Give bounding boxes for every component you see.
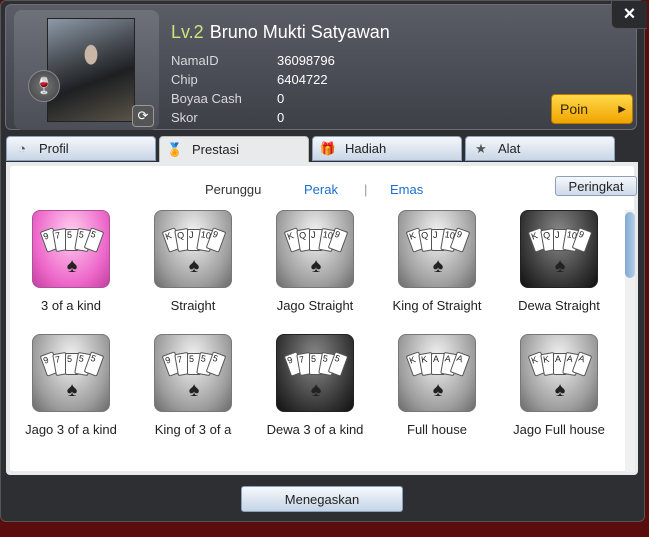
- tab-prestasi[interactable]: 🏅 Prestasi: [159, 136, 309, 163]
- player-name: Bruno Mukti Satyawan: [209, 22, 390, 42]
- achievement-item[interactable]: K Q J 10 9 ♠ Dewa Straight: [498, 210, 620, 334]
- info-row-chip: Chip 6404722: [171, 72, 335, 91]
- achievement-badge-icon: K K A A A ♠: [398, 334, 476, 412]
- achievement-label: 3 of a kind: [41, 298, 101, 313]
- achievement-badge-icon: K Q J 10 9 ♠: [154, 210, 232, 288]
- achievement-label: Dewa Straight: [518, 298, 600, 313]
- achievement-badge-icon: 9 7 5 5 5 ♠: [276, 334, 354, 412]
- achievement-badge-icon: 9 7 5 5 5 ♠: [32, 210, 110, 288]
- poin-label: Poin: [560, 101, 589, 117]
- filter-perunggu[interactable]: Perunggu: [205, 182, 261, 197]
- info-value: 0: [277, 91, 285, 106]
- info-value: 6404722: [277, 72, 328, 87]
- spade-icon: ♠: [432, 379, 444, 401]
- achievement-item[interactable]: K K A A A ♠ Full house: [376, 334, 498, 458]
- filter-emas[interactable]: Emas: [390, 182, 423, 197]
- info-row-score: Skor 0: [171, 110, 335, 129]
- tab-alat[interactable]: ★ Alat: [465, 136, 615, 161]
- info-label: Boyaa Cash: [171, 91, 242, 106]
- info-value: 0: [277, 110, 285, 125]
- tab-bar: ◔ Profil 🏅 Prestasi 🎁 Hadiah ★ Alat: [6, 136, 636, 163]
- achievement-label: Jago 3 of a kind: [25, 422, 117, 437]
- spade-icon: ♠: [554, 379, 566, 401]
- achievement-label: Jago Full house: [513, 422, 605, 437]
- tab-label: Alat: [498, 141, 521, 156]
- achievement-item[interactable]: 9 7 5 5 5 ♠ Dewa 3 of a kind: [254, 334, 376, 458]
- achievement-item[interactable]: K Q J 10 9 ♠ King of Straight: [376, 210, 498, 334]
- achievement-badge-icon: K Q J 10 9 ♠: [520, 210, 598, 288]
- achievement-label: Dewa 3 of a kind: [266, 422, 364, 437]
- achievements-inner: Perunggu Perak | Emas Peringkat 9 7 5 5 5 ♠ 3 …: [10, 166, 637, 472]
- spade-icon: ♠: [66, 379, 78, 401]
- achievement-label: Full house: [407, 422, 467, 437]
- tab-label: Hadiah: [345, 141, 387, 156]
- spade-icon: ♠: [188, 379, 200, 401]
- info-row-id: NamaID 36098796: [171, 53, 335, 72]
- info-label: NamaID: [171, 53, 219, 68]
- peringkat-button[interactable]: Peringkat: [555, 176, 637, 196]
- achievement-label: King of 3 of a: [154, 422, 232, 437]
- achievement-item[interactable]: 9 7 5 5 5 ♠ 3 of a kind: [10, 210, 132, 334]
- tab-label: Prestasi: [192, 142, 239, 157]
- info-label: Chip: [171, 72, 198, 87]
- tab-hadiah[interactable]: 🎁 Hadiah: [312, 136, 462, 161]
- achievement-badge-icon: K Q J 10 9 ♠: [276, 210, 354, 288]
- chevron-right-icon: ▶: [618, 103, 626, 115]
- player-level: Lv.2: [171, 22, 204, 42]
- spade-icon: ♠: [66, 255, 78, 277]
- spade-icon: ♠: [310, 379, 322, 401]
- poin-button[interactable]: Poin ▶: [551, 94, 633, 124]
- spade-icon: ♠: [310, 255, 322, 277]
- info-label: Skor: [171, 110, 198, 125]
- achievement-item[interactable]: K Q J 10 9 ♠ Straight: [132, 210, 254, 334]
- spade-icon: ♠: [432, 255, 444, 277]
- info-row-cash: Boyaa Cash 0: [171, 91, 335, 110]
- achievement-badge-icon: 9 7 5 5 5 ♠: [154, 334, 232, 412]
- gift-icon: 🎁: [319, 140, 337, 156]
- scrollbar-thumb[interactable]: [625, 212, 635, 278]
- filter-perak[interactable]: Perak: [304, 182, 338, 197]
- achievement-label: Jago Straight: [276, 298, 354, 313]
- close-button[interactable]: ×: [611, 1, 647, 29]
- separator: |: [364, 182, 368, 197]
- achievement-label: King of Straight: [392, 298, 482, 313]
- profile-header: 🍷 ⟳ Lv.2 Bruno Mukti Satyawan NamaID 3609…: [5, 4, 637, 130]
- info-value: 36098796: [277, 53, 335, 68]
- spade-icon: ♠: [188, 255, 200, 277]
- star-icon: ★: [475, 140, 487, 156]
- achievements-panel: Perunggu Perak | Emas Peringkat 9 7 5 5 5 ♠ 3 …: [6, 162, 638, 475]
- refresh-icon[interactable]: ⟳: [132, 105, 154, 127]
- achievement-item[interactable]: 9 7 5 5 5 ♠ King of 3 of a: [132, 334, 254, 458]
- spade-icon: ♠: [554, 255, 566, 277]
- achievement-badge-icon: K K A A A ♠: [520, 334, 598, 412]
- achievement-badge-icon: 9 7 5 5 5 ♠: [32, 334, 110, 412]
- wine-glass-icon[interactable]: 🍷: [28, 70, 60, 102]
- player-name-line: Lv.2 Bruno Mukti Satyawan: [171, 22, 390, 43]
- achievement-item[interactable]: K Q J 10 9 ♠ Jago Straight: [254, 210, 376, 334]
- player-info: NamaID 36098796 Chip 6404722 Boyaa Cash …: [171, 53, 335, 129]
- tab-label: Profil: [39, 141, 69, 156]
- gauge-icon: ◔: [18, 141, 26, 156]
- medal-icon: 🏅: [166, 141, 184, 157]
- achievement-item[interactable]: K K A A A ♠ Jago Full house: [498, 334, 620, 458]
- achievement-item[interactable]: 9 7 5 5 5 ♠ Jago 3 of a kind: [10, 334, 132, 458]
- achievement-badge-icon: K Q J 10 9 ♠: [398, 210, 476, 288]
- confirm-button[interactable]: Menegaskan: [241, 486, 403, 512]
- achievement-label: Straight: [170, 298, 216, 313]
- profile-window: 🍷 ⟳ Lv.2 Bruno Mukti Satyawan NamaID 3609…: [0, 0, 647, 522]
- avatar-frame: 🍷 ⟳: [14, 10, 159, 130]
- avatar[interactable]: [47, 18, 135, 122]
- tab-profil[interactable]: ◔ Profil: [6, 136, 156, 161]
